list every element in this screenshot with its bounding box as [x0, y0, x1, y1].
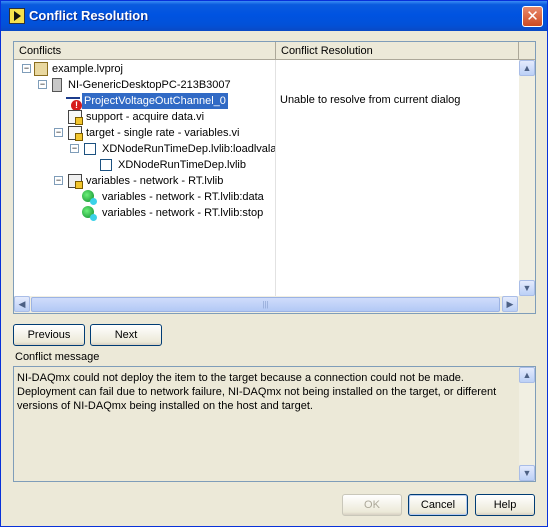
tree-item-label: variables - network - RT.lvlib:stop: [102, 207, 264, 219]
project-icon: [34, 62, 48, 76]
tree-item-xdnode-loadlvalarm[interactable]: − XDNodeRunTimeDep.lvlib:loadlvalarm: [14, 141, 276, 157]
dependency-checkbox[interactable]: [100, 159, 112, 171]
conflict-resolution-dialog: Conflict Resolution ✕ Conflicts Conflict…: [0, 0, 548, 527]
tree-item-label: variables - network - RT.lvlib:data: [102, 191, 264, 203]
tree-item-channel[interactable]: ! ProjectVoltageOutChannel_0: [14, 93, 274, 111]
shared-variable-icon: [82, 206, 97, 221]
collapse-icon[interactable]: −: [54, 176, 63, 185]
tree-item-target-pc[interactable]: − NI-GenericDesktopPC-213B3007: [14, 77, 274, 93]
help-button[interactable]: Help: [475, 494, 535, 516]
close-icon: ✕: [526, 8, 539, 25]
collapse-icon[interactable]: −: [70, 144, 79, 153]
tree-item-support-vi[interactable]: support - acquire data.vi: [14, 109, 274, 125]
tree-item-xdnode-lib[interactable]: XDNodeRunTimeDep.lvlib: [14, 157, 274, 173]
tree-item-label: variables - network - RT.lvlib: [86, 175, 224, 187]
conflict-message-label: Conflict message: [15, 351, 100, 363]
column-header-resolution[interactable]: Conflict Resolution: [276, 42, 519, 60]
labview-app-icon: [9, 8, 25, 24]
tree-item-target-vi[interactable]: − target - single rate - variables.vi: [14, 125, 274, 141]
vi-icon: [68, 110, 83, 125]
window-title: Conflict Resolution: [29, 8, 149, 23]
conflicts-table: Conflicts Conflict Resolution − example.…: [13, 41, 536, 314]
dependency-checkbox[interactable]: [84, 143, 96, 155]
tree-item-project[interactable]: − example.lvproj: [14, 61, 274, 77]
scroll-left-icon[interactable]: ◀: [14, 296, 30, 312]
tree-item-label: XDNodeRunTimeDep.lvlib: [118, 159, 246, 171]
scroll-right-icon[interactable]: ▶: [502, 296, 518, 312]
scrollbar-corner: [519, 296, 535, 313]
conflicts-tree: − example.lvproj − NI-GenericDesktopPC-2…: [14, 60, 276, 296]
column-header-conflicts[interactable]: Conflicts: [14, 42, 276, 60]
previous-button[interactable]: Previous: [13, 324, 85, 346]
resolution-text: Unable to resolve from current dialog: [280, 94, 461, 106]
library-icon: [68, 174, 83, 189]
conflict-message-box: NI-DAQmx could not deploy the item to th…: [13, 366, 536, 482]
tree-item-variables-lib[interactable]: − variables - network - RT.lvlib: [14, 173, 274, 189]
close-button[interactable]: ✕: [522, 6, 543, 27]
scroll-down-icon[interactable]: ▼: [519, 465, 535, 481]
tree-item-label: ProjectVoltageOutChannel_0: [82, 93, 228, 109]
column-divider: [275, 60, 276, 296]
collapse-icon[interactable]: −: [22, 64, 31, 73]
tree-item-variable-data[interactable]: variables - network - RT.lvlib:data: [14, 189, 274, 205]
collapse-icon[interactable]: −: [38, 80, 47, 89]
title-bar[interactable]: Conflict Resolution ✕: [1, 1, 547, 31]
column-header-filler: [519, 42, 535, 60]
ok-button[interactable]: OK: [342, 494, 402, 516]
tree-item-label: NI-GenericDesktopPC-213B3007: [68, 79, 231, 91]
tree-item-label: target - single rate - variables.vi: [86, 127, 240, 139]
message-scrollbar[interactable]: ▲ ▼: [519, 367, 535, 481]
computer-icon: [52, 78, 62, 92]
tree-item-variable-stop[interactable]: variables - network - RT.lvlib:stop: [14, 205, 274, 221]
tree-item-label: support - acquire data.vi: [86, 111, 205, 123]
scroll-up-icon[interactable]: ▲: [519, 367, 535, 383]
horizontal-scroll-thumb[interactable]: |||: [31, 297, 500, 312]
scroll-up-icon[interactable]: ▲: [519, 60, 535, 76]
horizontal-scrollbar[interactable]: ◀ ||| ▶: [14, 296, 519, 313]
vertical-scrollbar[interactable]: ▲ ▼: [519, 60, 535, 296]
cancel-button[interactable]: Cancel: [408, 494, 468, 516]
collapse-icon[interactable]: −: [54, 128, 63, 137]
tree-item-label: example.lvproj: [52, 63, 123, 75]
scroll-down-icon[interactable]: ▼: [519, 280, 535, 296]
tree-item-label: XDNodeRunTimeDep.lvlib:loadlvalarm: [102, 143, 276, 155]
shared-variable-icon: [82, 190, 97, 205]
conflict-message-text: NI-DAQmx could not deploy the item to th…: [17, 372, 497, 412]
next-button[interactable]: Next: [90, 324, 162, 346]
vi-icon: [68, 126, 83, 141]
